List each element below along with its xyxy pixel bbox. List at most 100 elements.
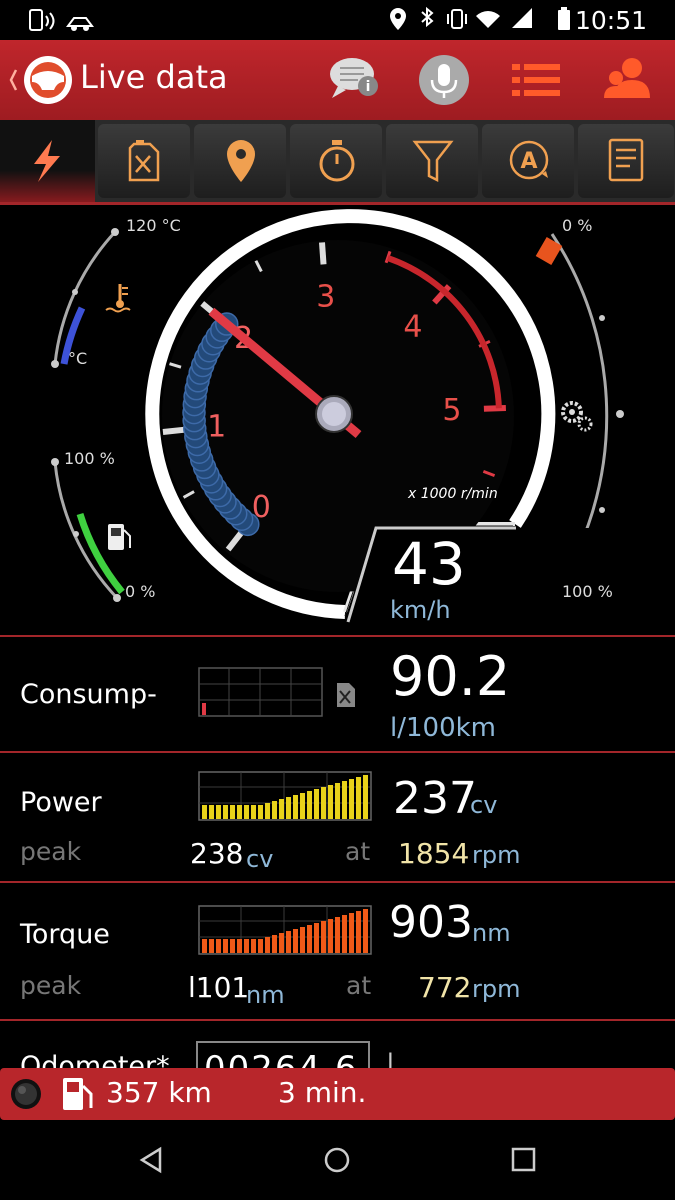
mini-bar [342,781,347,819]
consumption-chart [198,667,323,717]
rpm-tick-label: 0 [252,490,271,525]
torque-rpm-unit: rpm [472,975,521,1003]
tab-timer[interactable] [290,124,382,198]
time-value: 3 min. [278,1076,367,1109]
rpm-tick-label: 1 [207,409,226,444]
torque-label: Torque [20,919,110,950]
dashboard-gauge: 012345 120 °C °C 100 % 0 % 0 % 100 % x 1… [0,204,675,636]
torque-unit: nm [472,919,511,947]
power-value: 237 [393,773,477,824]
torque-peak-label: peak [20,971,82,1000]
profile-icon[interactable] [602,54,652,104]
fuel-pump-icon [108,524,131,550]
power-label: Power [20,787,102,818]
tab-fuel[interactable] [98,124,190,198]
record-button-icon[interactable] [10,1078,42,1110]
auto-a-icon: A [509,140,549,180]
back-steering-wheel-icon[interactable] [6,52,78,108]
rpm-tick-label: 4 [403,309,422,344]
temp-arc [53,230,117,365]
info-chat-icon[interactable]: i [328,54,382,104]
power-peak-unit: cv [246,845,274,873]
mini-bar [244,805,249,819]
mini-bar [258,939,263,953]
consumption-label: Consump- [20,679,157,710]
gears-icon [561,401,593,432]
gauge-svg: 012345 [51,209,675,623]
mini-bar [293,929,298,953]
mini-bar [223,939,228,953]
list-menu-icon[interactable] [512,60,562,100]
microphone-icon[interactable] [418,54,470,106]
fuel-pump-bar-icon [63,1078,93,1110]
tab-location[interactable] [194,124,286,198]
mini-bar [265,803,270,819]
mini-bar [328,785,333,819]
speed-unit: km/h [390,596,451,624]
rpm-unit-label: x 1000 r/min [408,486,498,502]
status-right-icons [390,6,570,30]
mini-bar [300,793,305,819]
app-bar: Live data i [0,40,675,120]
torque-peak-unit: nm [246,981,285,1009]
stopwatch-icon [319,140,355,182]
temp-min-label: °C [68,349,88,368]
mini-bar [328,919,333,953]
dial-tick [162,426,186,435]
mini-bar [286,931,291,953]
svg-text:i: i [366,79,371,95]
torque-value: 903 [389,897,473,948]
fuel-can-small-icon [337,683,355,707]
mini-bar [349,913,354,953]
tab-log[interactable] [578,124,674,198]
mini-bar [286,797,291,819]
tab-auto[interactable]: A [482,124,574,198]
mini-bar [202,939,207,953]
torque-peak-value: l101 [188,971,250,1004]
home-nav-icon[interactable] [323,1146,351,1174]
mini-bar [251,939,256,953]
page-title: Live data [80,58,228,96]
torque-chart [198,905,372,955]
mini-bar [307,925,312,953]
torque-row: Torque peak 903 nm l101 nm at 772 rpm [0,883,675,1019]
recents-nav-icon[interactable] [510,1146,538,1174]
mini-bar [293,795,298,819]
mini-bar [314,789,319,819]
rpm-tick-label: 5 [442,393,461,428]
temp-max-label: 120 °C [126,216,181,235]
trip-bar[interactable]: 357 km 3 min. [0,1068,675,1120]
fuel-min-label: 0 % [125,582,156,601]
tab-filter[interactable] [386,124,478,198]
status-left-icons [29,9,94,31]
status-time: 10:51 [574,6,647,35]
mini-bar [314,923,319,953]
mini-bar [300,927,305,953]
power-row: Power peak 237 cv 238 cv at 1854 rpm [0,753,675,881]
dial-tick [319,242,327,265]
mini-bar [237,939,242,953]
mini-bar [237,805,242,819]
mini-bar [307,791,312,819]
mini-bar [258,805,263,819]
dial-tick [483,404,506,412]
back-nav-icon[interactable] [138,1146,166,1174]
tab-bar: A [0,120,675,204]
mini-bar [356,777,361,819]
mini-bar [223,805,228,819]
mini-bar [356,911,361,953]
mini-bar [272,935,277,953]
power-peak-value: 238 [190,837,244,870]
range-value: 357 km [106,1076,212,1109]
mini-bar [209,939,214,953]
mini-bar [342,915,347,953]
power-peak-rpm: 1854 [398,837,470,870]
mini-bar [202,805,207,819]
power-peak-label: peak [20,837,82,866]
mini-bar [335,783,340,819]
mini-bar [363,775,368,819]
mini-bar [265,937,270,953]
odometer-value: 00264.6 [204,1049,359,1068]
fuel-can-icon [128,140,160,182]
tab-live[interactable] [0,120,95,204]
